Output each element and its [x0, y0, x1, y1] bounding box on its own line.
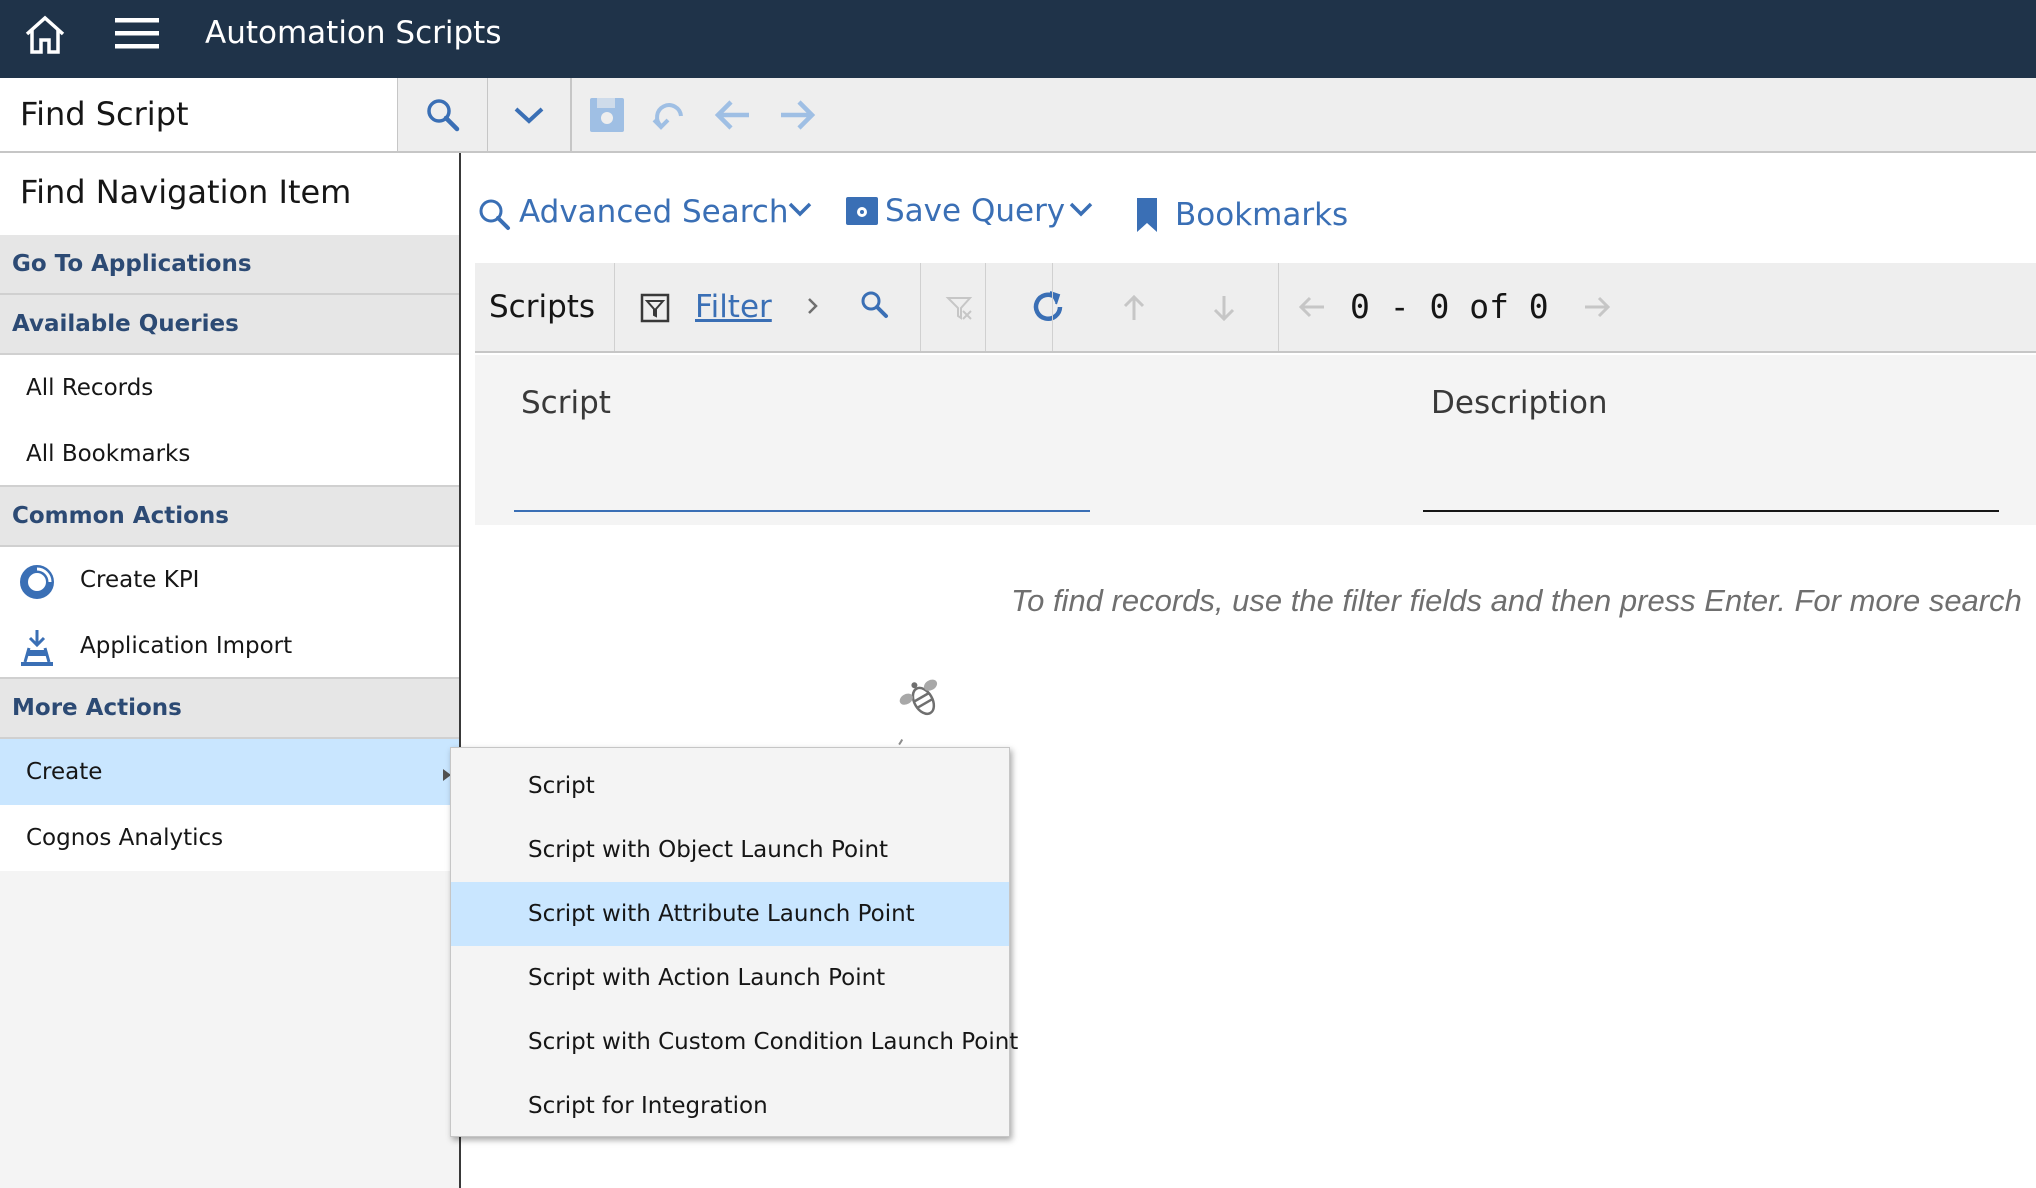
find-options-dropdown[interactable] — [488, 78, 572, 151]
chevron-down-icon[interactable] — [1067, 199, 1095, 219]
undo-button[interactable] — [645, 78, 695, 151]
results-toolbar: Scripts Filter 0 - 0 of 0 — [475, 263, 2036, 353]
sidebar-item-label: Application Import — [80, 633, 293, 659]
menu-item-script-action-launch-point[interactable]: Script with Action Launch Point — [451, 946, 1009, 1010]
description-filter-input[interactable] — [1423, 472, 1999, 512]
toolbar-divider — [1278, 263, 1279, 351]
kpi-donut-icon — [20, 565, 54, 599]
save-button[interactable] — [582, 78, 632, 151]
save-icon — [846, 197, 878, 225]
find-bar: Find Script — [0, 78, 2036, 153]
sidebar-item-application-import[interactable]: Application Import — [0, 613, 459, 679]
empty-state-message: To find records, use the filter fields a… — [1011, 583, 2022, 618]
previous-record-button[interactable] — [708, 78, 758, 151]
sidebar-item-cognos-analytics[interactable]: Cognos Analytics — [0, 805, 459, 871]
filter-icon[interactable] — [640, 293, 670, 323]
menu-item-script-for-integration[interactable]: Script for Integration — [451, 1074, 1009, 1138]
find-script-input[interactable]: Find Script — [0, 78, 398, 151]
toolbar-divider — [985, 263, 986, 351]
table-header-row: Script Description — [475, 355, 2036, 525]
find-navigation-item-input[interactable]: Find Navigation Item — [0, 153, 459, 235]
sidebar-item-label: Create KPI — [80, 567, 200, 593]
arrow-left-icon — [714, 99, 749, 130]
home-icon[interactable] — [22, 12, 68, 58]
sidebar-item-all-bookmarks[interactable]: All Bookmarks — [0, 421, 459, 487]
menu-item-script[interactable]: Script — [451, 754, 1009, 818]
save-icon — [590, 97, 624, 132]
refresh-icon[interactable] — [1030, 289, 1066, 325]
available-queries-header: Available Queries — [0, 295, 459, 355]
advanced-search-label: Advanced Search — [519, 194, 789, 230]
query-actions-row: Advanced Search Save Query Bookmarks — [463, 153, 2036, 263]
sidebar-item-create-kpi[interactable]: Create KPI — [0, 547, 459, 613]
script-filter-input[interactable] — [514, 472, 1090, 512]
sidebar-item-all-records[interactable]: All Records — [0, 355, 459, 421]
toolbar-divider — [1052, 263, 1053, 351]
toolbar-divider — [920, 263, 921, 351]
column-header-script[interactable]: Script — [521, 385, 611, 421]
chevron-right-icon[interactable] — [805, 295, 821, 317]
menu-item-script-object-launch-point[interactable]: Script with Object Launch Point — [451, 818, 1009, 882]
save-query-button[interactable]: Save Query — [845, 191, 1065, 231]
record-count: 0 - 0 of 0 — [1350, 287, 1549, 326]
menu-item-script-custom-condition-launch-point[interactable]: Script with Custom Condition Launch Poin… — [451, 1010, 1018, 1074]
sidebar-item-label: Create — [26, 759, 103, 785]
bookmarks-label: Bookmarks — [1175, 197, 1349, 233]
undo-icon — [652, 102, 683, 130]
column-header-description[interactable]: Description — [1431, 385, 1608, 421]
arrow-down-icon — [1213, 296, 1235, 322]
go-to-applications-header[interactable]: Go To Applications — [0, 235, 459, 295]
find-search-button[interactable] — [398, 78, 488, 151]
filter-link[interactable]: Filter — [695, 285, 772, 329]
next-record-button[interactable] — [772, 78, 822, 151]
clear-filter-icon — [945, 297, 973, 320]
app-title: Automation Scripts — [205, 15, 502, 51]
arrow-right-icon — [781, 99, 816, 130]
chevron-down-icon — [514, 107, 544, 124]
more-actions-header: More Actions — [0, 679, 459, 739]
arrow-up-icon — [1123, 294, 1145, 320]
search-icon[interactable] — [860, 290, 890, 320]
table-title: Scripts — [475, 263, 615, 351]
common-actions-header: Common Actions — [0, 487, 459, 547]
menu-item-script-attribute-launch-point[interactable]: Script with Attribute Launch Point — [451, 882, 1009, 946]
chevron-down-icon[interactable] — [786, 199, 814, 219]
sidebar-item-create[interactable]: Create — [0, 739, 459, 805]
advanced-search-button[interactable]: Advanced Search — [477, 191, 788, 233]
arrow-right-icon — [1585, 296, 1611, 318]
create-submenu: Script Script with Object Launch Point S… — [450, 747, 1018, 1138]
search-icon — [479, 199, 510, 230]
arrow-left-icon — [1298, 296, 1324, 318]
hamburger-menu-icon[interactable] — [113, 14, 161, 54]
bookmark-icon — [1137, 198, 1157, 232]
navigation-sidebar: Find Navigation Item Go To Applications … — [0, 153, 461, 1188]
save-query-label: Save Query — [885, 193, 1066, 229]
app-header: Automation Scripts — [0, 0, 2036, 78]
search-icon — [426, 98, 459, 131]
import-icon — [21, 630, 53, 666]
bookmarks-button[interactable]: Bookmarks — [1135, 195, 1348, 235]
